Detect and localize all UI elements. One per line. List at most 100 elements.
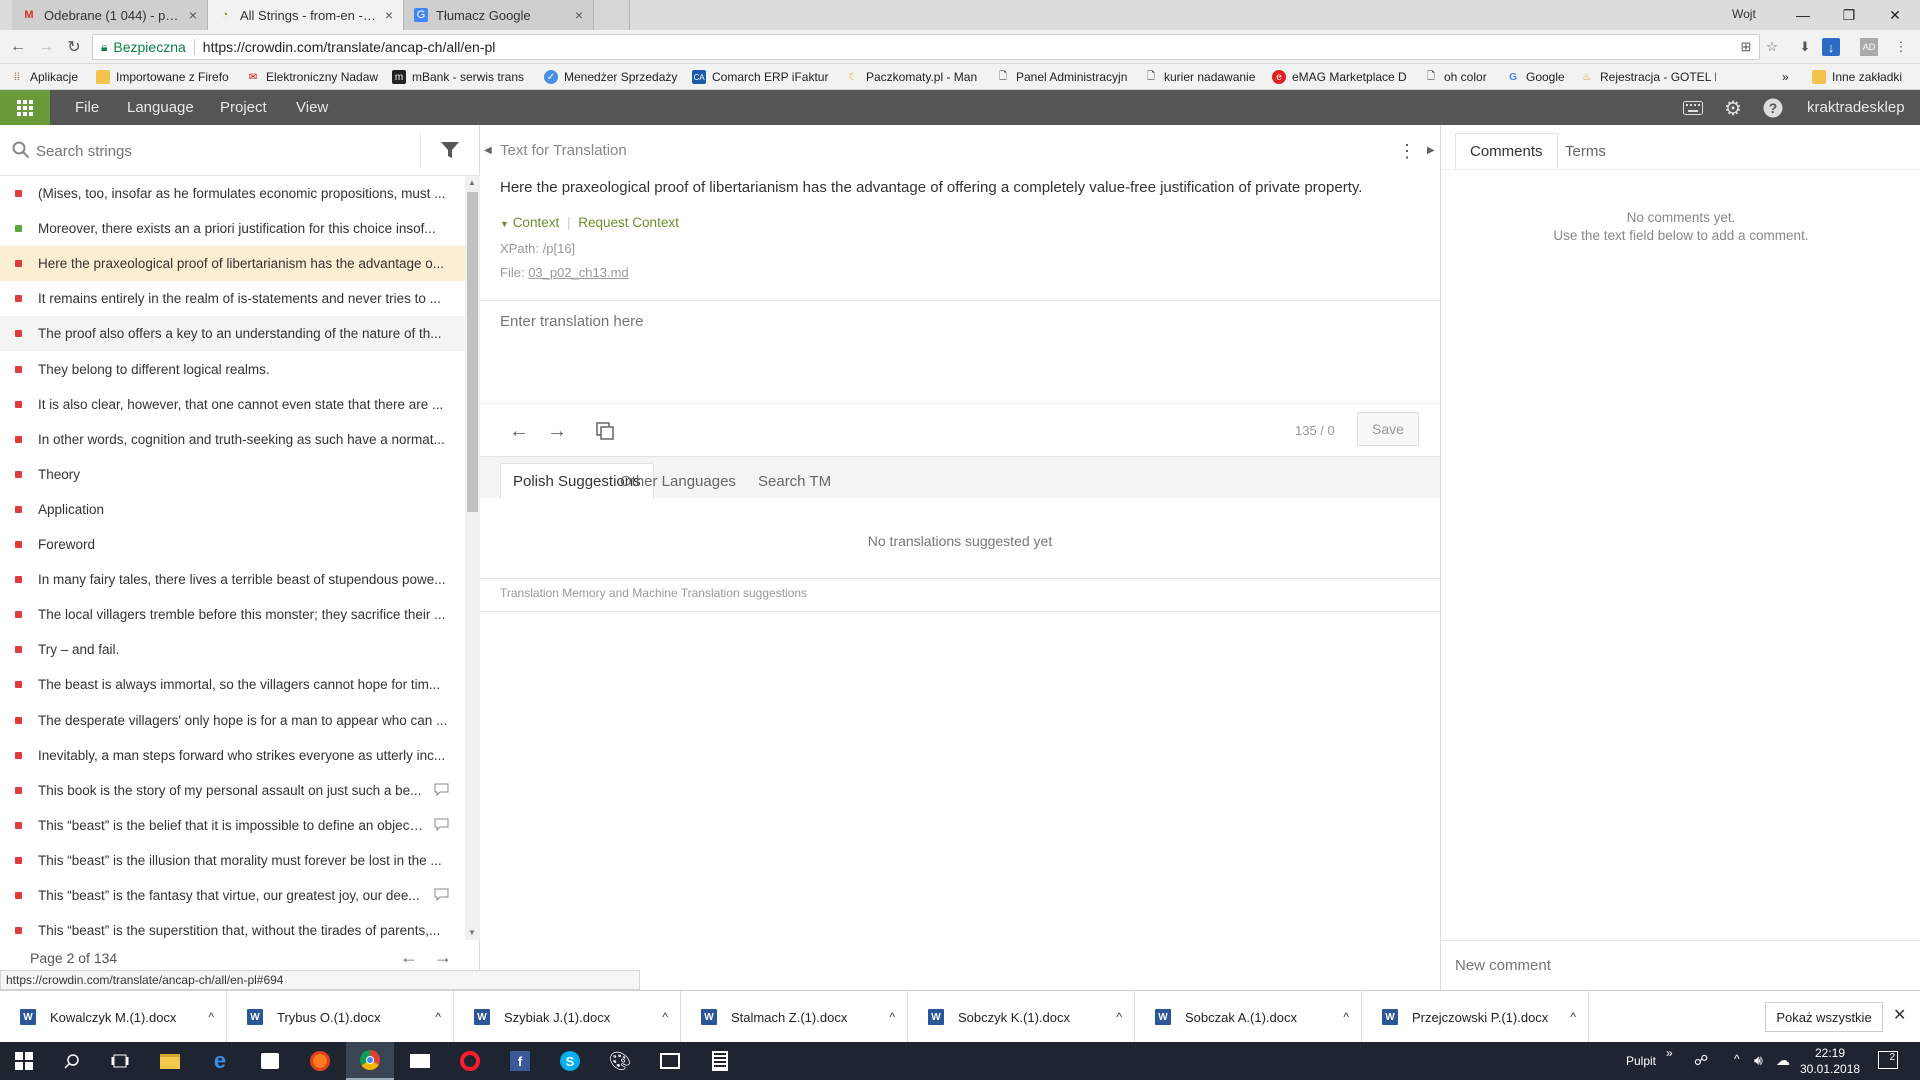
task-view-icon[interactable] <box>96 1042 144 1080</box>
more-options-icon[interactable]: ⋮ <box>1398 141 1416 162</box>
bookmark-item[interactable]: CA Comarch ERP iFaktur <box>692 68 832 86</box>
string-list-item[interactable]: The beast is always immortal, so the vil… <box>0 667 465 703</box>
window-close-icon[interactable]: ✕ <box>1872 0 1918 30</box>
user-menu[interactable]: kraktradesklep <box>1807 90 1905 125</box>
close-icon[interactable]: × <box>385 7 393 23</box>
string-list-item[interactable]: The proof also offers a key to an unders… <box>0 316 465 352</box>
volume-icon[interactable]: 🔊︎ <box>1754 1052 1763 1069</box>
scroll-down-icon[interactable]: ▼ <box>468 928 476 937</box>
bookmark-item[interactable]: 🗋︎ oh color <box>1424 68 1494 86</box>
download-item[interactable]: W Kowalczyk M.(1).docx ^ <box>0 991 227 1043</box>
browser-tab-google-translate[interactable]: G Tłumacz Google × <box>404 0 594 30</box>
new-comment-input[interactable] <box>1455 954 1895 976</box>
file-link[interactable]: 03_p02_ch13.md <box>528 265 628 280</box>
download-item[interactable]: W Szybiak J.(1).docx ^ <box>454 991 681 1043</box>
new-tab-button[interactable] <box>594 0 630 30</box>
tray-expand-icon[interactable]: ^ <box>1734 1052 1740 1066</box>
tab-other-languages[interactable]: Other Languages <box>608 463 748 499</box>
menu-project[interactable]: Project <box>220 90 267 125</box>
context-toggle[interactable]: Context <box>513 215 560 230</box>
browser-menu-icon[interactable]: ⋮ <box>1892 38 1910 56</box>
string-list-item[interactable]: Inevitably, a man steps forward who stri… <box>0 737 465 773</box>
bookmark-item[interactable]: ☾ Paczkomaty.pl - Man <box>846 68 982 86</box>
bookmark-item[interactable]: ✓ Menedżer Sprzedaży <box>544 68 678 86</box>
string-list-item[interactable]: Foreword <box>0 527 465 562</box>
bookmark-item[interactable]: e eMAG Marketplace D <box>1272 68 1410 86</box>
back-arrow-icon[interactable]: ← <box>8 37 28 57</box>
string-list-item[interactable]: Application <box>0 491 465 527</box>
onedrive-icon[interactable]: ☁ <box>1776 1052 1790 1069</box>
extension-icon[interactable]: ↓ <box>1822 38 1840 56</box>
close-icon[interactable]: ✕ <box>1893 1005 1906 1025</box>
string-list-item[interactable]: This book is the story of my personal as… <box>0 772 465 808</box>
mail-icon[interactable] <box>396 1042 444 1080</box>
file-explorer-icon[interactable] <box>146 1042 194 1080</box>
firefox-icon[interactable] <box>296 1042 344 1080</box>
string-list-item[interactable]: They belong to different logical realms. <box>0 351 465 387</box>
next-page-icon[interactable]: → <box>434 947 452 968</box>
request-context-link[interactable]: Request Context <box>578 215 679 230</box>
bookmark-item[interactable]: ♨ Rejestracja - GOTEL I <box>1580 68 1716 86</box>
extension-icon[interactable]: AD <box>1860 38 1878 56</box>
string-list-item[interactable]: Moreover, there exists an a priori justi… <box>0 211 465 247</box>
next-string-icon[interactable]: → <box>546 420 568 442</box>
download-icon[interactable]: ⬇ <box>1796 38 1814 56</box>
bookmark-item[interactable]: 🗋︎ kurier nadawanie <box>1144 68 1260 86</box>
chrome-icon[interactable] <box>346 1042 394 1080</box>
download-item[interactable]: W Przejczowski P.(1).docx ^ <box>1362 991 1589 1043</box>
edge-icon[interactable]: e <box>196 1042 244 1080</box>
reload-icon[interactable]: ↻ <box>64 37 84 57</box>
chevron-up-icon[interactable]: ^ <box>889 1010 895 1024</box>
bookmark-item[interactable]: m mBank - serwis trans <box>392 68 532 86</box>
collapse-right-icon[interactable]: ▶ <box>1427 145 1435 156</box>
download-item[interactable]: W Trybus O.(1).docx ^ <box>227 991 454 1043</box>
keyboard-icon[interactable] <box>1682 97 1704 119</box>
opera-icon[interactable] <box>446 1042 494 1080</box>
bookmark-item[interactable]: 🗋︎ Panel Administracyjn <box>996 68 1130 86</box>
string-list-item[interactable]: Theory <box>0 456 465 492</box>
url-text[interactable]: https://crowdin.com/translate/ancap-ch/a… <box>203 39 496 55</box>
chevron-up-icon[interactable]: ^ <box>1116 1010 1122 1024</box>
translation-input[interactable] <box>500 313 1400 383</box>
chevron-icon[interactable]: » <box>1666 1046 1673 1060</box>
copy-source-icon[interactable] <box>594 420 616 442</box>
menu-language[interactable]: Language <box>127 90 194 125</box>
collapse-left-icon[interactable]: ◀ <box>484 145 492 156</box>
forward-arrow-icon[interactable]: → <box>36 37 56 57</box>
close-icon[interactable]: × <box>575 7 583 23</box>
store-icon[interactable] <box>246 1042 294 1080</box>
calculator-icon[interactable] <box>696 1042 744 1080</box>
tab-search-tm[interactable]: Search TM <box>746 463 843 499</box>
omnibox[interactable]: 🔒︎ Bezpieczna https://crowdin.com/transl… <box>92 34 1760 60</box>
menu-view[interactable]: View <box>296 90 328 125</box>
string-list-item[interactable]: This “beast” is the belief that it is im… <box>0 807 465 843</box>
windows-start-icon[interactable] <box>0 1042 48 1080</box>
bookmark-apps[interactable]: ⁞⁞ Aplikacje <box>10 68 78 86</box>
string-list-item[interactable]: (Mises, too, insofar as he formulates ec… <box>0 176 465 211</box>
scroll-up-icon[interactable]: ▲ <box>468 178 476 187</box>
people-icon[interactable]: ☍ <box>1694 1052 1708 1069</box>
string-list-item[interactable]: It remains entirely in the realm of is-s… <box>0 281 465 317</box>
search-icon[interactable] <box>48 1042 96 1080</box>
restore-icon[interactable]: ❐ <box>1826 0 1872 30</box>
browser-tab-crowdin[interactable]: ◔ All Strings - from-en - Cr × <box>208 0 404 30</box>
other-bookmarks[interactable]: Inne zakładki <box>1812 68 1902 86</box>
chevron-up-icon[interactable]: ^ <box>662 1010 668 1024</box>
show-all-downloads-button[interactable]: Pokaż wszystkie <box>1765 1002 1883 1032</box>
help-icon[interactable]: ? <box>1762 97 1784 119</box>
bookmark-item[interactable]: G Google <box>1506 68 1570 86</box>
string-list-item[interactable]: Try – and fail. <box>0 632 465 668</box>
bookmark-star-icon[interactable]: ☆ <box>1763 38 1781 56</box>
apps-menu-icon[interactable] <box>0 90 50 125</box>
download-item[interactable]: W Sobczak A.(1).docx ^ <box>1135 991 1362 1043</box>
translate-page-icon[interactable]: ⊞ <box>1737 38 1755 56</box>
string-list-item[interactable]: The local villagers tremble before this … <box>0 597 465 633</box>
chevron-up-icon[interactable]: ^ <box>208 1010 214 1024</box>
download-item[interactable]: W Sobczyk K.(1).docx ^ <box>908 991 1135 1043</box>
string-list-item[interactable]: The desperate villagers' only hope is fo… <box>0 702 465 738</box>
string-list-item[interactable]: This “beast” is the superstition that, w… <box>0 913 465 941</box>
gear-icon[interactable]: ⚙ <box>1722 97 1744 120</box>
chevron-up-icon[interactable]: ^ <box>435 1010 441 1024</box>
scrollbar[interactable]: ▲ ▼ <box>465 176 480 940</box>
browser-user-label[interactable]: Wojt <box>1732 7 1756 21</box>
